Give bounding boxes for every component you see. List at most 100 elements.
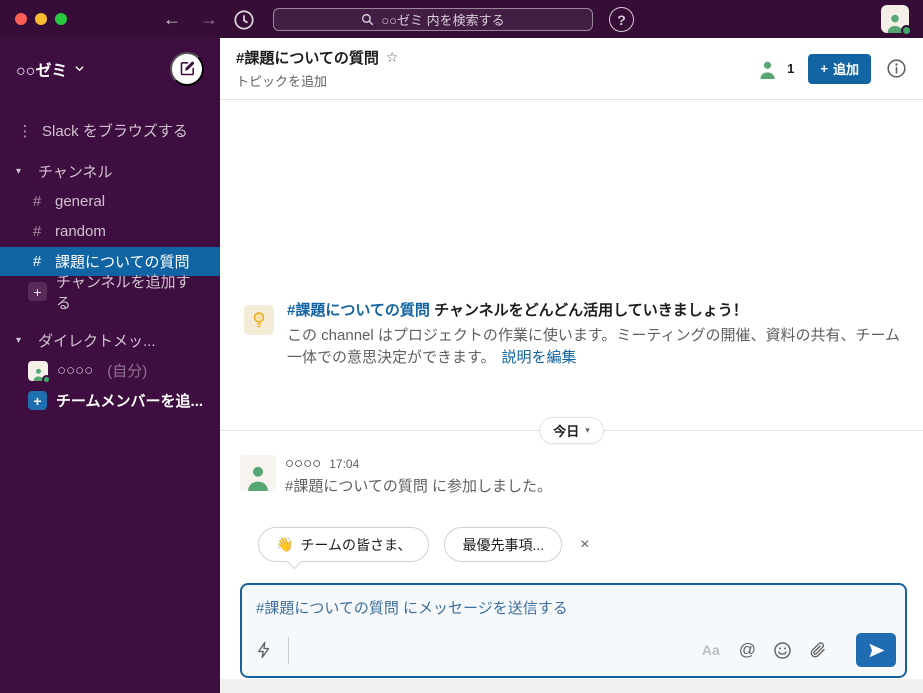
channels-section-header[interactable]: ▾ チャンネル [0, 157, 220, 186]
dm-section-header[interactable]: ▾ ダイレクトメッ... [0, 326, 220, 355]
history-back-button[interactable]: ← [160, 8, 184, 32]
compose-icon [180, 61, 194, 76]
composer-placeholder: #課題についての質問 にメッセージを送信する [256, 600, 568, 617]
shortcuts-button[interactable] [255, 640, 273, 660]
channel-intro-message: #課題についての質問 チャンネルをどんどん活用していきましょう！ この chan… [244, 300, 905, 369]
window-controls [15, 13, 67, 25]
plus-icon: + [820, 61, 828, 76]
mention-button[interactable]: @ [739, 640, 756, 660]
suggestion-pill-greeting[interactable]: 👋 チームの皆さま、 [258, 527, 430, 562]
add-people-button[interactable]: + 追加 [808, 53, 871, 84]
channel-name: random [55, 223, 106, 240]
minimize-window-button[interactable] [35, 13, 47, 25]
date-label: 今日 [553, 424, 580, 439]
send-icon [868, 643, 884, 657]
message-row: ○○○○ 17:04 #課題についての質問 に参加しました。 [240, 455, 552, 496]
workspace-name: ○○ゼミ [16, 62, 68, 80]
channel-name: general [55, 193, 106, 210]
browse-label: Slack をブラウズする [42, 123, 188, 140]
member-list-button[interactable]: 1 [757, 59, 794, 79]
message-pane: #課題についての質問 チャンネルをどんどん活用していきましょう！ この chan… [220, 100, 923, 693]
dm-user-name: ○○○○ [57, 362, 94, 379]
sidebar-item-dm-self[interactable]: ○○○○ (自分) [0, 356, 220, 385]
workspace-menu-button[interactable]: ○○ゼミ [16, 57, 85, 81]
date-divider-button[interactable]: 今日 ▾ [539, 417, 604, 444]
suggested-replies: 👋 チームの皆さま、 最優先事項... × [258, 527, 589, 562]
channel-header: #課題についての質問 ☆ トピックを追加 1 + 追加 [220, 38, 923, 100]
dismiss-suggestions-button[interactable]: × [580, 536, 589, 554]
caret-down-icon: ▾ [16, 166, 22, 177]
sidebar-item-channel-general[interactable]: # general [0, 187, 220, 216]
user-avatar-button[interactable] [881, 5, 912, 36]
message-author[interactable]: ○○○○ [285, 455, 321, 472]
person-icon [760, 61, 775, 79]
hash-icon: # [32, 223, 42, 240]
search-input[interactable]: ○○ゼミ 内を検索する [273, 8, 593, 31]
message-timestamp[interactable]: 17:04 [329, 457, 359, 471]
workspace-header: ○○ゼミ [0, 38, 220, 100]
slack-window: ← → ○○ゼミ 内を検索する ? ○○ゼミ ⋮ Slack をブラウズする ▾… [0, 0, 923, 693]
paperclip-icon [810, 642, 825, 658]
sidebar: ○○ゼミ ⋮ Slack をブラウズする ▾ チャンネル # general #… [0, 38, 220, 693]
chevron-down-icon [75, 66, 84, 72]
new-message-button[interactable] [170, 51, 204, 86]
dm-user-suffix: (自分) [107, 363, 148, 380]
plus-icon: + [28, 391, 47, 410]
send-button[interactable] [856, 633, 896, 667]
titlebar: ← → ○○ゼミ 内を検索する ? [0, 0, 923, 38]
intro-title-text: チャンネルをどんどん活用していきましょう！ [434, 302, 748, 319]
suggestion-label: 最優先事項... [462, 536, 545, 553]
window-bottom-edge [220, 679, 923, 693]
question-icon: ? [617, 11, 626, 28]
sidebar-item-channel-random[interactable]: # random [0, 217, 220, 246]
hash-icon: # [32, 193, 42, 210]
channel-name: 課題についての質問 [55, 254, 190, 271]
caret-down-icon: ▾ [585, 425, 590, 435]
dm-section-label: ダイレクトメッ... [38, 333, 156, 350]
star-icon[interactable]: ☆ [386, 49, 399, 66]
smiley-icon [774, 641, 791, 659]
format-button[interactable]: Aa [702, 642, 720, 658]
caret-down-icon: ▾ [16, 335, 22, 346]
history-forward-button[interactable]: → [197, 8, 221, 32]
composer-toolbar: Aa @ [255, 633, 896, 667]
message-text: #課題についての質問 に参加しました。 [285, 478, 553, 495]
history-clock-button[interactable] [231, 7, 256, 32]
presence-dot [42, 374, 51, 384]
close-icon: × [580, 535, 590, 553]
add-channel-button[interactable]: + チャンネルを追加する [0, 274, 220, 312]
close-window-button[interactable] [15, 13, 27, 25]
sidebar-item-browse-slack[interactable]: ⋮ Slack をブラウズする [0, 116, 220, 145]
edit-description-link[interactable]: 説明を編集 [502, 349, 577, 366]
add-team-member-button[interactable]: + チームメンバーを追... [0, 386, 220, 415]
hash-icon: # [32, 253, 42, 270]
presence-dot [901, 25, 912, 36]
wave-emoji-icon: 👋 [276, 536, 294, 552]
channel-details-button[interactable] [885, 58, 907, 80]
intro-body-text: この channel はプロジェクトの作業に使います。ミーティングの開催、資料の… [287, 327, 901, 366]
person-icon [248, 466, 268, 491]
date-divider: 今日 ▾ [220, 417, 923, 444]
channel-title[interactable]: #課題についての質問 [236, 47, 379, 68]
search-placeholder: ○○ゼミ 内を検索する [381, 13, 505, 28]
message-composer[interactable]: #課題についての質問 にメッセージを送信する Aa @ [240, 583, 907, 678]
add-topic-link[interactable]: トピックを追加 [236, 71, 398, 90]
attach-button[interactable] [809, 640, 827, 660]
text-cursor [288, 636, 289, 664]
clock-icon [233, 9, 254, 30]
suggestion-pill-priority[interactable]: 最優先事項... [444, 527, 563, 562]
suggestion-label: チームの皆さま、 [300, 536, 412, 553]
plus-icon: + [28, 282, 47, 301]
sidebar-nav: ⋮ Slack をブラウズする ▾ チャンネル # general # rand… [0, 100, 220, 415]
add-people-label: 追加 [832, 62, 859, 77]
intro-channel-link[interactable]: #課題についての質問 [287, 302, 430, 319]
lightning-icon [258, 641, 270, 659]
lightbulb-icon [244, 305, 274, 335]
avatar[interactable] [240, 455, 276, 491]
dm-avatar [28, 360, 51, 384]
add-member-label: チームメンバーを追... [56, 393, 204, 410]
search-icon [362, 13, 374, 26]
zoom-window-button[interactable] [55, 13, 67, 25]
help-button[interactable]: ? [609, 7, 634, 32]
emoji-button[interactable] [773, 641, 792, 660]
